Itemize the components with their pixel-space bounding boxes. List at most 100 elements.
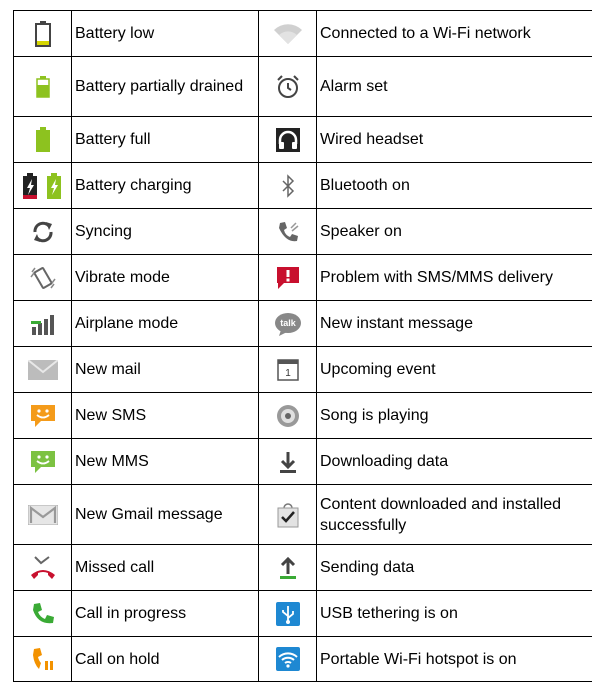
status-label: USB tethering is on [317,591,592,637]
table-row: New Gmail message Content downloaded and… [14,485,592,545]
wifi-connected-icon [273,23,303,45]
icon-cell [14,117,72,163]
icon-cell: talk [259,301,317,347]
icon-cell [14,57,72,117]
status-label: Syncing [72,209,259,255]
table-row: New MMS Downloading data [14,439,592,485]
icon-cell [14,485,72,545]
icon-cell [14,545,72,591]
bluetooth-icon [280,174,296,198]
table-row: Call on hold Portable Wi-Fi hotspot is o… [14,637,592,682]
table-row: Battery charging Bluetooth on [14,163,592,209]
icon-cell [14,255,72,301]
status-label: Wired headset [317,117,592,163]
icon-cell [259,393,317,439]
battery-full-icon [35,127,51,153]
table-row: Syncing Speaker on [14,209,592,255]
battery-low-icon [35,21,51,47]
wired-headset-icon [276,128,300,152]
status-label: New SMS [72,393,259,439]
status-label: Alarm set [317,57,592,117]
wifi-hotspot-icon [276,647,300,671]
icon-cell [259,117,317,163]
gmail-icon [28,505,58,525]
upload-icon [278,556,298,580]
status-label: Speaker on [317,209,592,255]
status-label: Battery partially drained [72,57,259,117]
icon-cell: 1 [259,347,317,393]
icon-cell [259,637,317,682]
call-in-progress-icon [30,601,56,627]
icon-cell [259,485,317,545]
status-label: Airplane mode [72,301,259,347]
status-label: Call on hold [72,637,259,682]
icon-cell [14,301,72,347]
icon-cell [14,163,72,209]
download-icon [278,450,298,474]
status-label: Song is playing [317,393,592,439]
icon-cell [259,545,317,591]
status-label: Battery charging [72,163,259,209]
sms-icon [30,404,56,428]
icon-cell [259,57,317,117]
table-row: Vibrate mode Problem with SMS/MMS delive… [14,255,592,301]
table-row: Battery full Wired headset [14,117,592,163]
status-label: New Gmail message [72,485,259,545]
call-on-hold-icon [30,646,56,672]
status-label: New instant message [317,301,592,347]
airplane-mode-icon [30,313,56,335]
installed-icon [276,502,300,528]
status-label: New MMS [72,439,259,485]
status-label: New mail [72,347,259,393]
table-row: Battery partially drained Alarm set [14,57,592,117]
icon-cell [14,439,72,485]
alarm-icon [276,75,300,99]
table-row: New mail 1 Upcoming event [14,347,592,393]
status-label: Problem with SMS/MMS delivery [317,255,592,301]
battery-partially-drained-icon [36,76,50,98]
status-label: Sending data [317,545,592,591]
calendar-icon-text: 1 [285,368,291,379]
status-label: Upcoming event [317,347,592,393]
battery-charging-icon [23,173,63,199]
song-playing-icon [276,404,300,428]
mail-icon [28,360,58,380]
icon-cell [14,591,72,637]
table-row: Battery low Connected to a Wi-Fi network [14,11,592,57]
icon-cell [14,637,72,682]
calendar-icon: 1 [277,359,299,381]
status-label: Vibrate mode [72,255,259,301]
table-row: Airplane mode talk New instant message [14,301,592,347]
status-label: Battery full [72,117,259,163]
status-label: Portable Wi-Fi hotspot is on [317,637,592,682]
icon-cell [259,11,317,57]
instant-message-icon: talk [274,312,302,336]
usb-tethering-icon [276,602,300,626]
icon-cell [259,255,317,301]
instant-message-icon-text: talk [280,318,297,328]
syncing-icon [31,220,55,244]
table-row: Missed call Sending data [14,545,592,591]
status-label: Call in progress [72,591,259,637]
icon-cell [14,209,72,255]
icon-cell [259,209,317,255]
status-label: Connected to a Wi-Fi network [317,11,592,57]
status-label: Bluetooth on [317,163,592,209]
vibrate-icon [30,266,56,290]
icon-cell [14,393,72,439]
mms-icon [30,450,56,474]
icon-cell [259,591,317,637]
table-row: Call in progress USB tethering is on [14,591,592,637]
status-label: Content downloaded and installed success… [317,485,592,545]
missed-call-icon [29,555,57,581]
sms-problem-icon [275,265,301,291]
icon-cell [259,163,317,209]
status-icon-table: Battery low Connected to a Wi-Fi network… [13,10,592,682]
icon-cell [14,347,72,393]
table-row: New SMS Song is playing [14,393,592,439]
status-label: Missed call [72,545,259,591]
status-label: Battery low [72,11,259,57]
icon-cell [259,439,317,485]
icon-cell [14,11,72,57]
status-label: Downloading data [317,439,592,485]
